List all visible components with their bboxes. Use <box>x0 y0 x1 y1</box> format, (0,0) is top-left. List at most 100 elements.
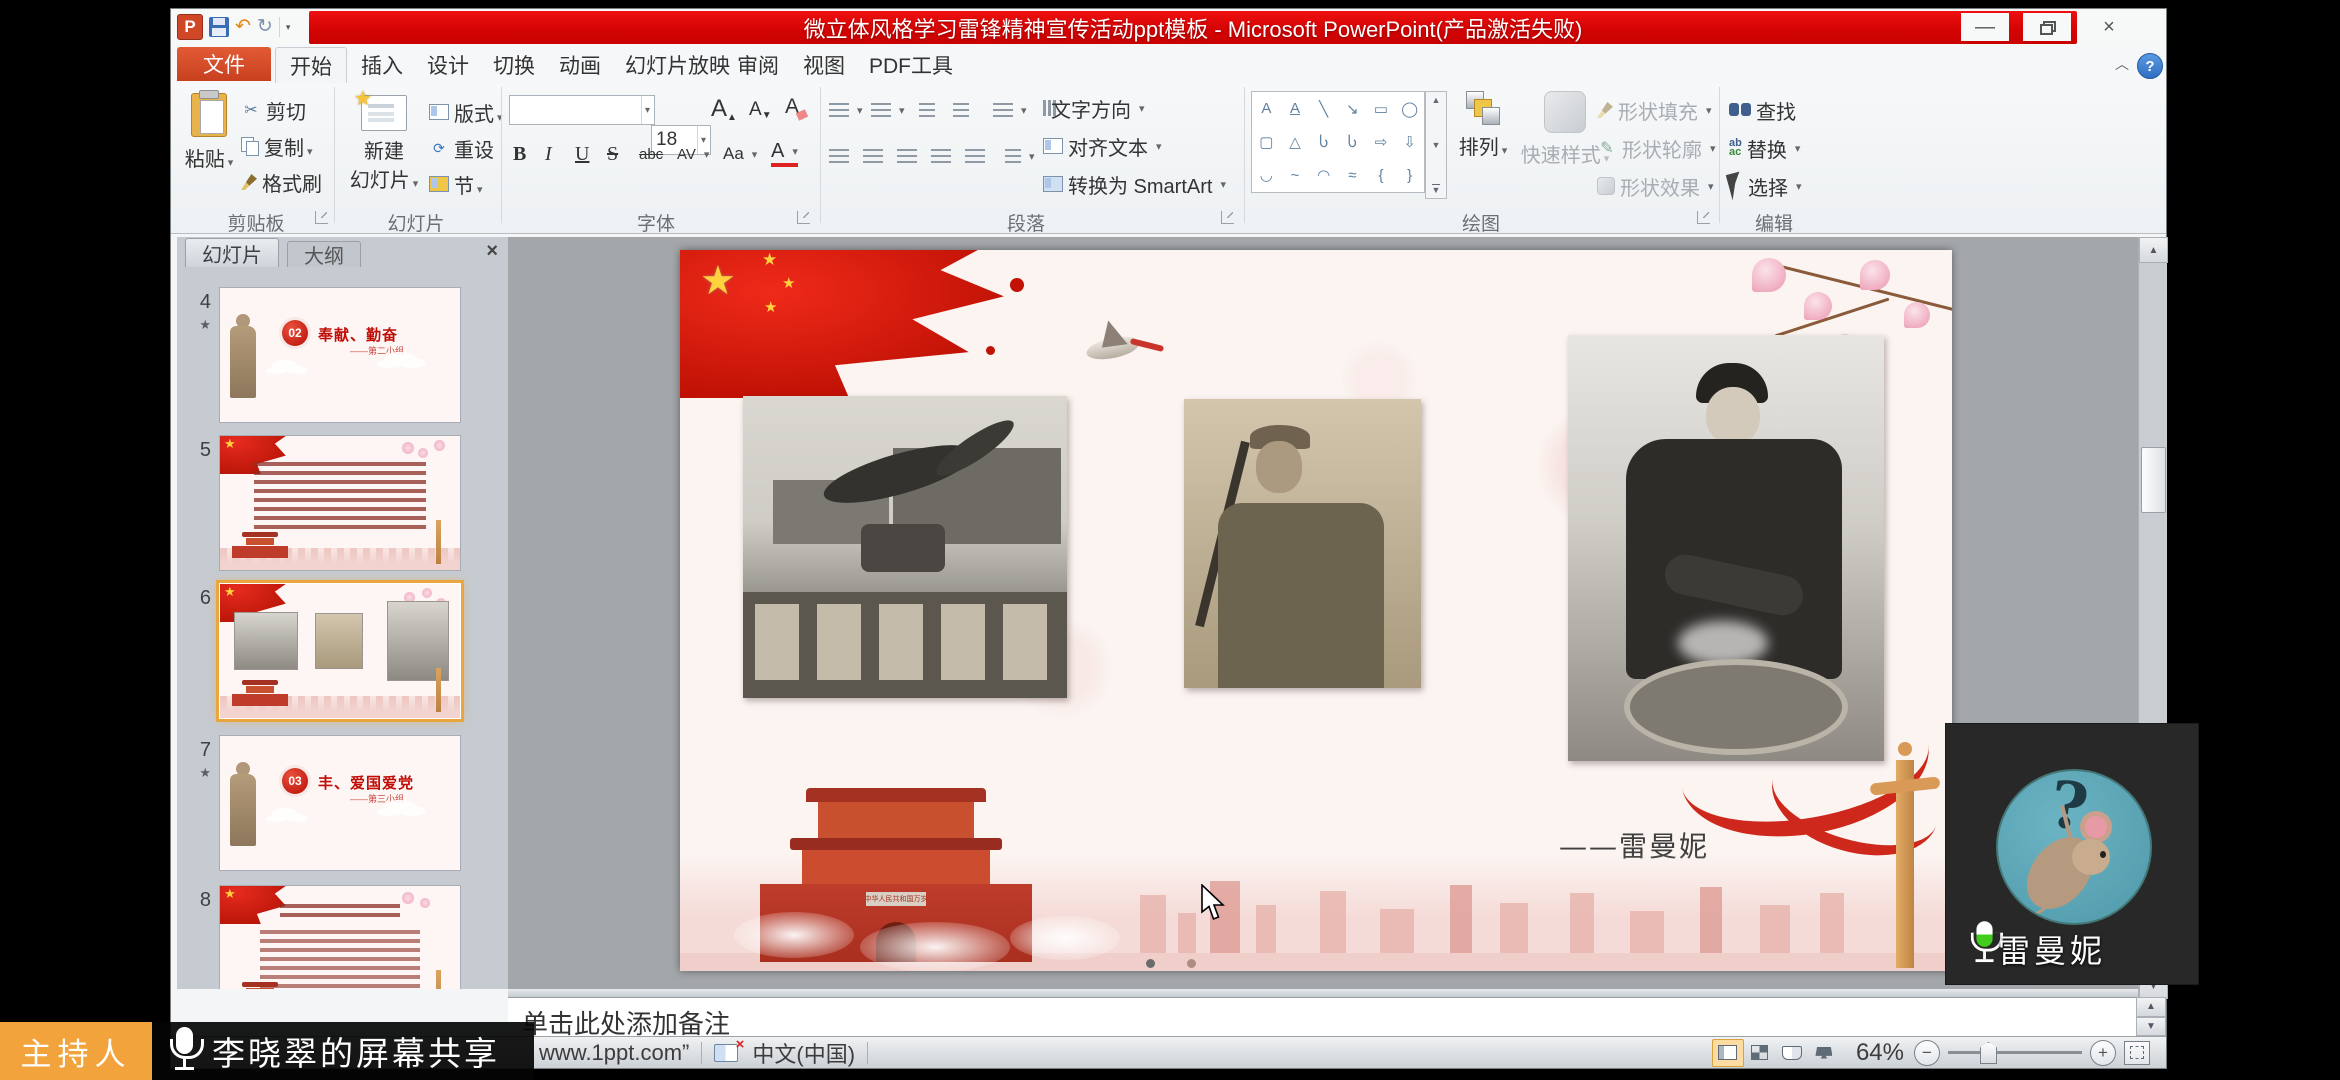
paste-button[interactable]: 粘贴 <box>181 93 237 172</box>
section-icon <box>429 176 449 192</box>
copy-button[interactable]: 复制 <box>241 131 313 161</box>
ribbon-collapse-icon[interactable]: ︿ <box>2109 55 2135 75</box>
blossom-graphic <box>1752 258 1786 292</box>
tab-home[interactable]: 开始 <box>275 47 347 83</box>
microphone-icon <box>168 1027 202 1075</box>
italic-button[interactable]: I <box>545 139 552 169</box>
panel-close-icon[interactable]: × <box>486 240 498 263</box>
replace-button[interactable]: abac 替换 <box>1729 133 1800 163</box>
shape-gallery[interactable]: AA╲↘▭◯ ▢△ႱႱ⇨⇩ ◡~◠≈{} <box>1251 91 1425 193</box>
text-shadow-button[interactable]: abc <box>639 139 663 169</box>
shape-effects-button[interactable]: 形状效果 <box>1597 171 1714 201</box>
line-spacing-button[interactable] <box>993 95 1027 125</box>
change-case-button[interactable]: Aa <box>723 139 757 169</box>
drawing-dialog-launcher[interactable] <box>1697 211 1710 224</box>
tab-animations[interactable]: 动画 <box>545 47 615 82</box>
tab-outline-pane[interactable]: 大纲 <box>287 241 361 267</box>
redo-icon[interactable]: ↻ <box>257 17 273 37</box>
language-indicator[interactable]: 中文(中国) <box>752 1037 855 1069</box>
scroll-up-button[interactable]: ▲ <box>2139 237 2168 263</box>
zoom-out-button[interactable]: − <box>1914 1040 1940 1066</box>
slide-thumbnail-7[interactable]: 03 丰、爱国爱党 ——第三小组 <box>219 735 461 871</box>
columns-button[interactable] <box>1005 141 1035 171</box>
paragraph-dialog-launcher[interactable] <box>1221 211 1234 224</box>
shrink-font-button[interactable]: A▼ <box>749 99 772 121</box>
font-name-combo[interactable]: ▾ <box>509 95 655 125</box>
notes-scroll-up-icon[interactable]: ▲ <box>2136 997 2166 1017</box>
tab-insert[interactable]: 插入 <box>347 47 417 82</box>
slide-thumbnail-6-selected[interactable]: ★ <box>219 583 461 719</box>
justify-button[interactable] <box>931 141 951 171</box>
zoom-slider-thumb[interactable] <box>1980 1042 1997 1064</box>
bullets-button[interactable] <box>829 95 863 125</box>
zoom-in-button[interactable]: + <box>2090 1040 2116 1066</box>
tab-pdf-tools[interactable]: PDF工具 <box>855 47 967 82</box>
photo-leifeng-vault <box>743 396 1067 698</box>
notes-pane[interactable]: 单击此处添加备注 <box>508 997 2138 1037</box>
tab-transitions[interactable]: 切换 <box>479 47 549 82</box>
slide-canvas[interactable]: ★★★★ <box>680 250 1952 971</box>
new-slide-button[interactable]: 新建 幻灯片 <box>343 95 425 193</box>
format-painter-button[interactable]: 格式刷 <box>241 167 322 197</box>
powerpoint-app-icon[interactable]: P <box>177 14 203 40</box>
layout-button[interactable]: 版式 <box>429 97 503 127</box>
slide-sorter-button[interactable] <box>1744 1039 1776 1067</box>
undo-icon[interactable]: ↶ <box>235 17 251 37</box>
align-right-button[interactable] <box>897 141 917 171</box>
fit-to-window-button[interactable] <box>2124 1041 2150 1065</box>
blossom-graphic <box>1804 292 1832 320</box>
scroll-thumb[interactable] <box>2141 447 2166 513</box>
clipboard-dialog-launcher[interactable] <box>315 211 328 224</box>
smartart-button[interactable]: 转换为 SmartArt <box>1043 169 1226 199</box>
close-button[interactable]: × <box>2085 13 2133 41</box>
align-left-button[interactable] <box>829 141 849 171</box>
tab-review[interactable]: 审阅 <box>723 47 793 82</box>
zoom-slider-track[interactable] <box>1948 1051 2082 1054</box>
shape-gallery-scroll[interactable]: ▲▼▼ <box>1425 91 1447 199</box>
tab-design[interactable]: 设计 <box>413 47 483 82</box>
bold-button[interactable]: B <box>513 139 526 169</box>
notes-scrollbar[interactable]: ▲ ▼ <box>2136 997 2166 1036</box>
reading-view-button[interactable] <box>1776 1039 1808 1067</box>
increase-indent-button[interactable] <box>953 95 969 125</box>
justify-icon <box>931 149 951 163</box>
arrange-button[interactable]: 排列 <box>1453 91 1513 160</box>
notes-splitter[interactable] <box>508 989 2138 997</box>
qat-menu-icon[interactable]: ▾ <box>286 22 291 33</box>
minimize-button[interactable]: — <box>1961 13 2009 41</box>
align-text-button[interactable]: 对齐文本 <box>1043 131 1162 161</box>
font-color-button[interactable]: A <box>771 139 798 167</box>
tab-file[interactable]: 文件 <box>177 47 271 81</box>
align-center-button[interactable] <box>863 141 883 171</box>
find-button[interactable]: 查找 <box>1729 95 1796 125</box>
tab-view[interactable]: 视图 <box>789 47 859 82</box>
font-dialog-launcher[interactable] <box>797 211 810 224</box>
decrease-indent-button[interactable] <box>919 95 935 125</box>
slide-thumbnail-8[interactable]: ★ <box>219 885 461 989</box>
slide-thumbnail-4[interactable]: 02 奉献、勤奋 ——第二小组 <box>219 287 461 423</box>
cut-button[interactable]: ✂ 剪切 <box>241 95 306 125</box>
select-button[interactable]: 选择 <box>1729 171 1802 201</box>
grow-font-button[interactable]: A▲ <box>711 95 737 123</box>
help-button[interactable]: ? <box>2137 53 2163 79</box>
notes-scroll-down-icon[interactable]: ▼ <box>2136 1017 2166 1037</box>
save-icon[interactable] <box>209 17 229 37</box>
shape-outline-button[interactable]: ✎ 形状轮廓 <box>1597 133 1716 163</box>
clear-formatting-button[interactable]: A <box>785 95 807 119</box>
character-spacing-button[interactable]: AV <box>677 139 709 169</box>
restore-button[interactable] <box>2023 13 2071 41</box>
reset-button[interactable]: ⟳ 重设 <box>429 133 494 163</box>
spellcheck-icon[interactable] <box>714 1044 738 1062</box>
slide-thumbnail-5[interactable]: ★ <box>219 435 461 571</box>
underline-button[interactable]: U <box>575 139 589 169</box>
slideshow-button[interactable] <box>1808 1039 1840 1067</box>
numbering-button[interactable] <box>871 95 905 125</box>
tab-slides-pane[interactable]: 幻灯片 <box>185 238 279 267</box>
strikethrough-button[interactable]: S <box>607 139 618 169</box>
section-button[interactable]: 节 <box>429 169 483 199</box>
shape-fill-button[interactable]: 形状填充 <box>1597 95 1712 125</box>
normal-view-button[interactable] <box>1712 1039 1744 1067</box>
text-direction-button[interactable]: 文字方向 <box>1043 93 1145 123</box>
participant-video-tile[interactable]: ? 雷曼妮 <box>1946 724 2198 984</box>
distribute-button[interactable] <box>965 141 985 171</box>
